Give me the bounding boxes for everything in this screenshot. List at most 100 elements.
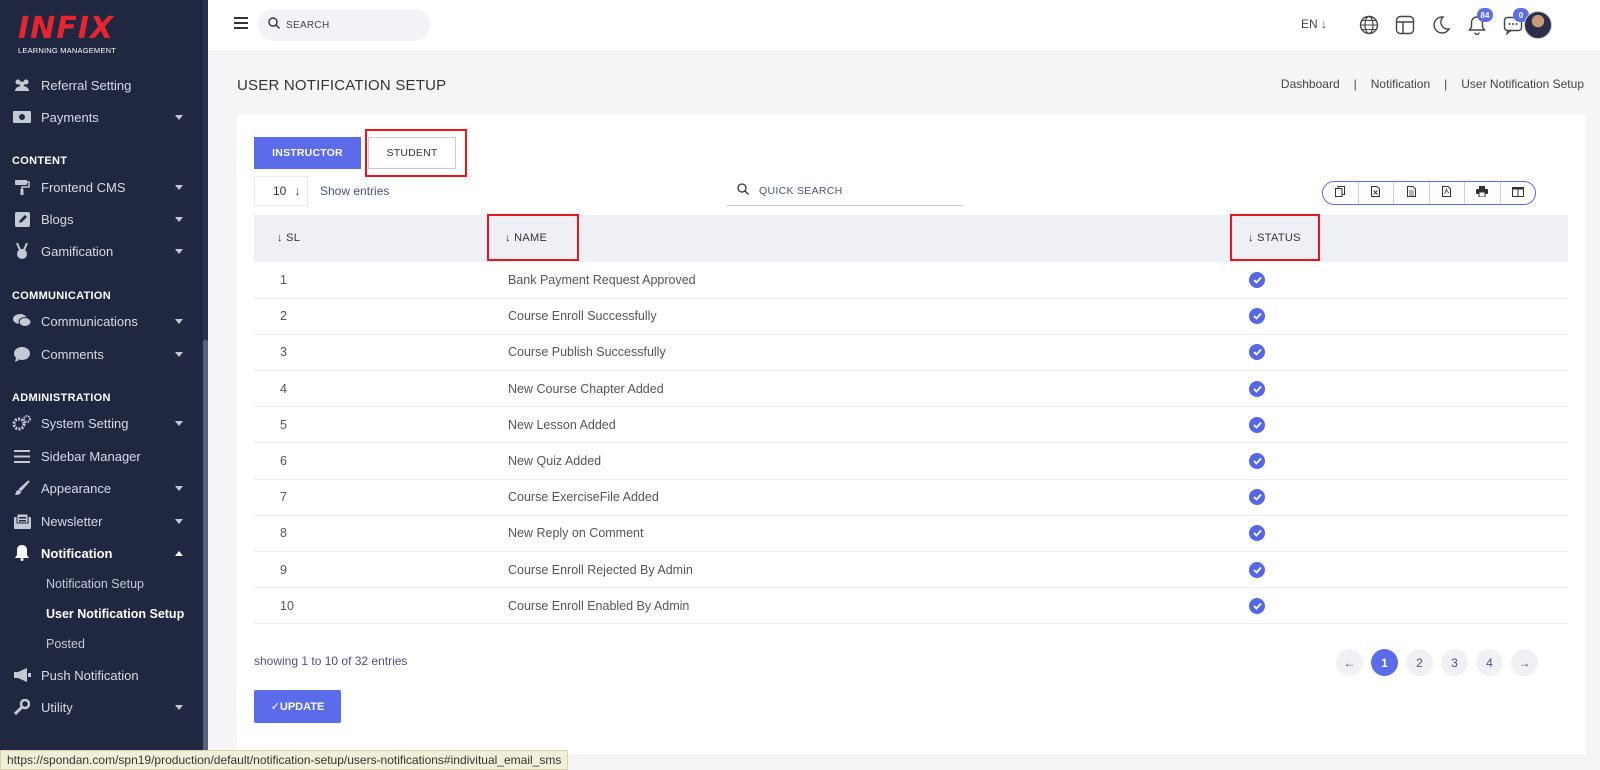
notification-bell-icon[interactable]: 84 bbox=[1467, 8, 1493, 36]
sidebar-item-payments[interactable]: Payments bbox=[0, 102, 203, 132]
chat-icon bbox=[12, 313, 32, 329]
row-sl: 1 bbox=[280, 273, 287, 287]
pagination-prev-button[interactable]: ← bbox=[1336, 649, 1363, 676]
copy-button[interactable] bbox=[1323, 182, 1359, 204]
status-checkbox[interactable] bbox=[1249, 416, 1265, 433]
check-icon bbox=[1252, 566, 1262, 574]
status-checkbox[interactable] bbox=[1249, 272, 1265, 288]
row-name: Course Enroll Successfully bbox=[508, 309, 657, 324]
layout-icon[interactable] bbox=[1395, 15, 1415, 35]
check-icon bbox=[1252, 313, 1262, 320]
hamburger-menu-icon[interactable] bbox=[234, 17, 248, 29]
sidebar-item-label: Gamification bbox=[41, 243, 114, 259]
sidebar-item-communications[interactable]: Communications bbox=[0, 306, 203, 336]
chevron-down-icon bbox=[175, 352, 183, 357]
sidebar-subitem-notification-setup[interactable]: Notification Setup bbox=[46, 577, 144, 591]
breadcrumb-separator: | bbox=[1444, 77, 1448, 91]
language-select[interactable]: EN ↓ bbox=[1301, 17, 1327, 31]
sidebar-item-appearance[interactable]: Appearance bbox=[0, 473, 203, 503]
sidebar-item-push-notification[interactable]: Push Notification bbox=[0, 660, 203, 690]
sidebar-item-sidebar-manager[interactable]: Sidebar Manager bbox=[0, 441, 203, 471]
message-icon[interactable]: 0 bbox=[1503, 8, 1529, 36]
status-checkbox[interactable] bbox=[1249, 344, 1265, 361]
copy-icon bbox=[1335, 184, 1346, 202]
sidebar-subitem-posted[interactable]: Posted bbox=[46, 637, 85, 651]
language-value: EN bbox=[1301, 17, 1318, 31]
entries-select[interactable]: 10 ↓ bbox=[254, 176, 308, 206]
bell-icon bbox=[12, 545, 32, 561]
pagination: ← 1 2 3 4 → bbox=[1336, 649, 1538, 676]
sidebar-item-gamification[interactable]: Gamification bbox=[0, 236, 203, 266]
sidebar-item-newsletter[interactable]: Newsletter bbox=[0, 506, 203, 536]
showing-entries-text: showing 1 to 10 of 32 entries bbox=[254, 654, 408, 668]
sidebar-subitem-user-notification-setup[interactable]: User Notification Setup bbox=[46, 607, 184, 621]
status-checkbox[interactable] bbox=[1249, 308, 1265, 325]
pagination-page-1[interactable]: 1 bbox=[1371, 649, 1398, 676]
pdf-button[interactable] bbox=[1430, 182, 1465, 204]
column-header-sl[interactable]: ↓ SL bbox=[277, 232, 300, 244]
check-icon bbox=[1252, 276, 1262, 284]
status-checkbox[interactable] bbox=[1249, 597, 1265, 614]
sidebar-item-comments[interactable]: Comments bbox=[0, 339, 203, 369]
check-icon bbox=[1252, 602, 1262, 610]
columns-button[interactable] bbox=[1501, 182, 1536, 204]
sidebar-item-utility[interactable]: Utility bbox=[0, 692, 203, 722]
search-icon bbox=[268, 16, 280, 34]
logo[interactable]: INFIX LEARNING MANAGEMENT bbox=[18, 14, 128, 60]
search-icon bbox=[737, 182, 749, 200]
breadcrumb-dashboard[interactable]: Dashboard bbox=[1281, 77, 1340, 91]
csv-button[interactable] bbox=[1394, 182, 1430, 204]
table-row: 3 Course Publish Successfully bbox=[254, 334, 1568, 371]
section-communication: COMMUNICATION bbox=[12, 290, 112, 302]
excel-button[interactable] bbox=[1359, 182, 1394, 204]
pagination-page-3[interactable]: 3 bbox=[1441, 649, 1468, 676]
pagination-next-button[interactable]: → bbox=[1511, 649, 1538, 676]
sidebar-item-label: Notification bbox=[41, 545, 113, 561]
export-button-group bbox=[1322, 181, 1536, 205]
status-checkbox[interactable] bbox=[1249, 489, 1265, 506]
newsletter-icon bbox=[12, 513, 32, 529]
print-button[interactable] bbox=[1465, 182, 1501, 204]
brush-icon bbox=[12, 480, 32, 496]
row-name: Bank Payment Request Approved bbox=[508, 273, 696, 287]
scrollbar-thumb[interactable] bbox=[203, 340, 208, 770]
breadcrumb-notification[interactable]: Notification bbox=[1371, 77, 1430, 91]
quick-search-input[interactable]: QUICK SEARCH bbox=[727, 176, 963, 206]
status-checkbox[interactable] bbox=[1249, 453, 1265, 469]
row-name: New Lesson Added bbox=[508, 417, 616, 432]
sidebar-item-label: System Setting bbox=[41, 415, 129, 431]
sidebar-item-system-setting[interactable]: System Setting bbox=[0, 408, 203, 438]
sidebar-item-notification[interactable]: Notification bbox=[0, 538, 203, 568]
chevron-down-icon bbox=[175, 519, 183, 524]
row-sl: 6 bbox=[280, 454, 287, 468]
search-input[interactable]: SEARCH bbox=[258, 9, 430, 41]
row-sl: 3 bbox=[280, 345, 287, 360]
sidebar-item-referral-setting[interactable]: Referral Setting bbox=[0, 70, 203, 100]
pagination-page-4[interactable]: 4 bbox=[1476, 649, 1503, 676]
sidebar-item-frontend-cms[interactable]: Frontend CMS bbox=[0, 172, 203, 202]
moon-icon[interactable] bbox=[1431, 15, 1451, 35]
pagination-page-2[interactable]: 2 bbox=[1406, 649, 1433, 676]
sort-arrow-icon: ↓ bbox=[277, 232, 287, 244]
search-placeholder: SEARCH bbox=[286, 19, 330, 31]
row-name: Course ExerciseFile Added bbox=[508, 490, 659, 505]
sidebar-scrollbar[interactable] bbox=[203, 0, 208, 770]
sidebar-item-blogs[interactable]: Blogs bbox=[0, 204, 203, 234]
tab-instructor[interactable]: INSTRUCTOR bbox=[254, 137, 361, 169]
arrow-down-icon: ↓ bbox=[1321, 17, 1328, 31]
table-row: 7 Course ExerciseFile Added bbox=[254, 479, 1568, 516]
globe-icon[interactable] bbox=[1359, 15, 1379, 35]
check-icon bbox=[1252, 457, 1262, 465]
row-sl: 4 bbox=[280, 381, 287, 396]
status-checkbox[interactable] bbox=[1249, 525, 1265, 542]
update-button[interactable]: ✓UPDATE bbox=[254, 690, 341, 723]
section-content: CONTENT bbox=[12, 155, 68, 167]
status-checkbox[interactable] bbox=[1249, 380, 1265, 397]
avatar[interactable] bbox=[1524, 11, 1552, 39]
status-checkbox[interactable] bbox=[1249, 561, 1265, 578]
check-icon bbox=[1252, 385, 1262, 393]
menu-icon bbox=[12, 448, 32, 464]
sidebar-item-label: Referral Setting bbox=[41, 77, 132, 93]
highlight-box-student bbox=[365, 129, 467, 177]
comment-icon bbox=[12, 346, 32, 362]
